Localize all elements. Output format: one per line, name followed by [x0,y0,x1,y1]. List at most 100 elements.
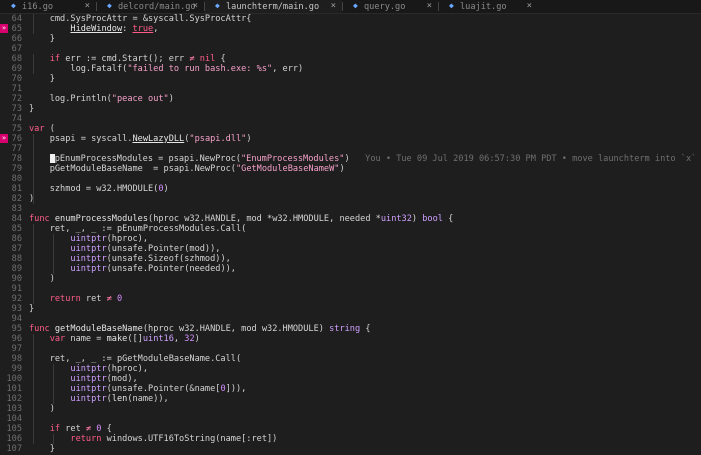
code-line[interactable]: 93} [0,304,701,314]
code-token: ret, _, _ := pGetModuleBaseName.Call( [29,354,242,364]
code-line[interactable]: 68 if err := cmd.Start(); err ≠ nil { [0,54,701,64]
line-number: 88 [11,254,22,264]
code-line[interactable]: » 65 HideWindow: true, [0,24,701,34]
line-number: 84 [11,214,22,224]
code-line[interactable]: 105 if ret ≠ 0 { [0,424,701,434]
code-line[interactable]: 106 return windows.UTF16ToString(name[:r… [0,434,701,444]
code-line[interactable]: 69 log.Fatalf("failed to run bash.exe: %… [0,64,701,74]
code-line[interactable]: 73} [0,104,701,114]
line-number: 71 [11,84,22,94]
code-token: 32 [184,334,195,344]
code-token: { [360,324,371,334]
tab-1[interactable]: ◆ delcord/main.go × [96,0,204,13]
close-icon[interactable]: × [193,0,198,13]
line-number: 68 [11,54,22,64]
tab-label: luajit.go [460,1,507,12]
code-token: ≠ [106,294,117,304]
code-line[interactable]: 82) [0,194,701,204]
code-line[interactable]: 88 uintptr(unsafe.Sizeof(szhmod)), [0,254,701,264]
code-line[interactable]: 101 uintptr(unsafe.Pointer(&name[0])), [0,384,701,394]
code-token: } [29,444,55,454]
code-line[interactable]: 77 [0,144,701,154]
code-editor[interactable]: 64 cmd.SysProcAttr = &syscall.SysProcAtt… [0,14,701,455]
code-line[interactable]: 72 log.Println("peace out") [0,94,701,104]
code-line[interactable]: 80 [0,174,701,184]
tab-separator [96,2,97,11]
tab-label: delcord/main.go [118,1,196,12]
code-line[interactable]: 74 [0,114,701,124]
code-token: (hproc w32.HANDLE, mod w32.HMODULE) [142,324,330,334]
code-line[interactable]: 103 ) [0,404,701,414]
code-line[interactable]: 102 uintptr(len(name)), [0,394,701,404]
code-line[interactable]: 89 uintptr(unsafe.Pointer(needed)), [0,264,701,274]
code-line[interactable]: 84 func enumProcessModules(hproc w32.HAND… [0,214,701,224]
line-number: 69 [11,64,22,74]
code-line[interactable]: 81 szhmod = w32.HMODULE(0) [0,184,701,194]
code-line[interactable]: 64 cmd.SysProcAttr = &syscall.SysProcAtt… [0,14,701,24]
tab-4[interactable]: ◆ luajit.go × [438,0,538,13]
code-line[interactable]: 85 ret, _, _ := pEnumProcessModules.Call… [0,224,701,234]
tab-3[interactable]: ◆ query.go × [342,0,438,13]
code-line[interactable]: 66 } [0,34,701,44]
code-line[interactable]: 96 var name = make([]uint16, 32) [0,334,701,344]
code-token: , [173,334,185,344]
code-token: { [101,424,112,434]
code-line[interactable]: 99 uintptr(hproc), [0,364,701,374]
tab-0[interactable]: ◆ i16.go × [0,0,96,13]
tab-separator [342,2,343,11]
line-number: 107 [6,444,22,454]
code-token: 0 [116,294,123,304]
code-line[interactable]: 67 [0,44,701,54]
code-text: var name = make([]uint16, 32) [29,334,200,344]
code-line[interactable]: 94 [0,314,701,324]
code-line[interactable]: 104 [0,414,701,424]
code-line[interactable]: 70 } [0,74,701,84]
close-icon[interactable]: × [85,0,90,13]
code-token: , err) [272,64,304,74]
close-icon[interactable]: × [427,0,432,13]
code-text: uintptr(unsafe.Pointer(&name[0])), [29,384,246,394]
tab-2[interactable]: ◆ launchterm/main.go × [204,0,342,13]
close-icon[interactable]: × [527,0,532,13]
code-line[interactable]: 91 [0,284,701,294]
code-token: } [29,104,35,114]
code-line[interactable]: 79 pGetModuleBaseName = psapi.NewProc("G… [0,164,701,174]
code-text: uintptr(len(name)), [29,394,168,404]
code-line[interactable]: 86 uintptr(hproc), [0,234,701,244]
code-line[interactable]: 92 return ret ≠ 0 [0,294,701,304]
code-token: : [122,24,133,34]
line-number: 78 [11,154,22,164]
code-line[interactable]: » 76 psapi = syscall.NewLazyDLL("psapi.dl… [0,134,701,144]
line-number: 66 [11,34,22,44]
code-token: uintptr [70,234,107,244]
tab-label: query.go [364,1,406,12]
tab-separator [438,2,439,11]
code-line[interactable]: 78 pEnumProcessModules = psapi.NewProc("… [0,154,701,164]
line-number: 89 [11,264,22,274]
code-text: return windows.UTF16ToString(name[:ret]) [29,434,277,444]
line-number: 80 [11,174,22,184]
code-line[interactable]: 90 ) [0,274,701,284]
code-line[interactable]: 75 var ( [0,124,701,134]
code-token: (hproc), [106,364,149,374]
code-token: (unsafe.Sizeof(szhmod)), [106,254,231,264]
code-token: ) [339,164,345,174]
code-text: uintptr(hproc), [29,234,148,244]
code-token: "peace out" [111,94,169,104]
code-line[interactable]: 98 ret, _, _ := pGetModuleBaseName.Call( [0,354,701,364]
code-token: (unsafe.Pointer(needed)), [106,264,236,274]
code-line[interactable]: 71 [0,84,701,94]
close-icon[interactable]: × [331,0,336,13]
code-line[interactable]: 83 [0,204,701,214]
code-line[interactable]: 87 uintptr(unsafe.Pointer(mod)), [0,244,701,254]
code-token: "psapi.dll" [189,134,247,144]
code-token: return [29,294,86,304]
code-token: if [29,54,66,64]
code-line[interactable]: 107 } [0,444,701,454]
code-text: uintptr(unsafe.Pointer(needed)), [29,264,236,274]
code-line[interactable]: 97 [0,344,701,354]
code-token: log.Println( [29,94,112,104]
code-line[interactable]: 100 uintptr(mod), [0,374,701,384]
code-line[interactable]: 95 func getModuleBaseName(hproc w32.HANDL… [0,324,701,334]
git-blame-annotation: You • Tue 09 Jul 2019 06:57:30 PM PDT • … [349,154,697,164]
